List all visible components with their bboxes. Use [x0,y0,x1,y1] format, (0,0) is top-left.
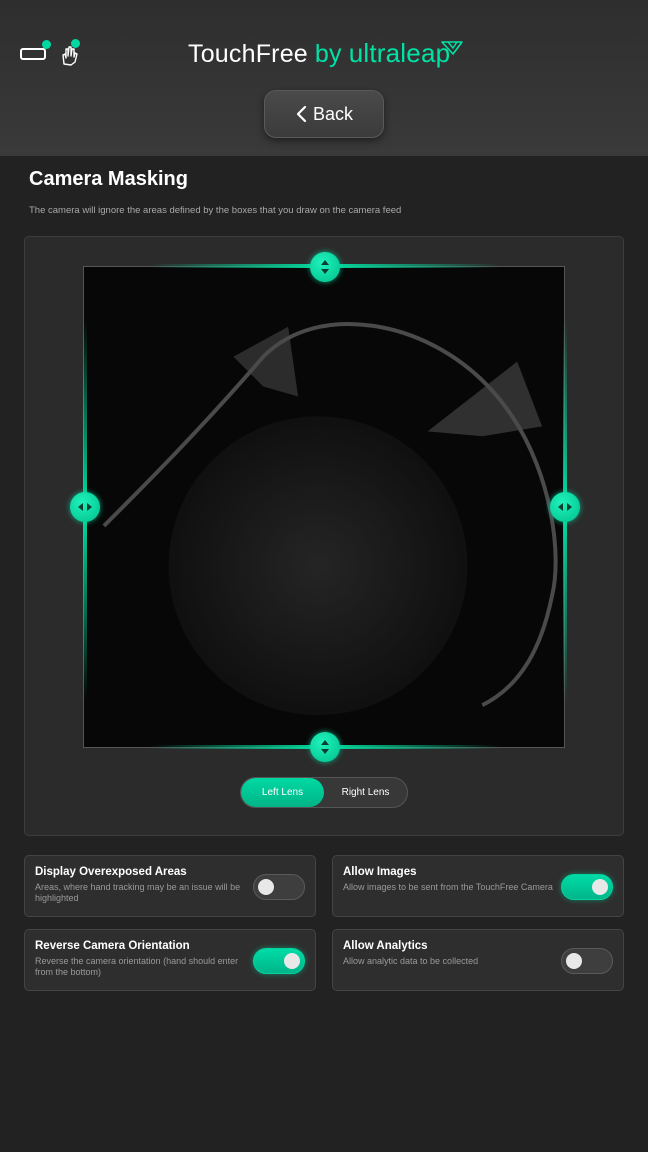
setting-title: Allow Images [343,866,417,878]
toggle-knob [566,953,582,969]
bottom-mask-handle[interactable] [310,732,340,762]
setting-description: Allow analytic data to be collected [343,956,479,966]
app-brand: TouchFree by ultraleap [188,38,450,74]
horizontal-arrows-icon [78,503,92,511]
setting-description: Allow images to be sent from the TouchFr… [343,882,553,892]
status-icons [18,38,88,68]
allow-images-toggle[interactable] [561,874,613,900]
setting-title: Allow Analytics [343,940,428,952]
right-lens-button[interactable]: Right Lens [324,778,407,807]
camera-feed-image [84,267,564,747]
right-mask-handle[interactable] [550,492,580,522]
chevron-left-icon [296,105,307,123]
left-mask-handle[interactable] [70,492,100,522]
back-button[interactable]: Back [264,90,384,138]
setting-title: Reverse Camera Orientation [35,940,190,952]
setting-title: Display Overexposed Areas [35,866,187,878]
horizontal-arrows-icon [558,503,572,511]
back-button-label: Back [312,103,354,124]
reverse-orientation-toggle[interactable] [253,948,305,974]
display-overexposed-toggle[interactable] [253,874,305,900]
page-title: Camera Masking [29,168,188,190]
toggle-knob [258,879,274,895]
camera-feed[interactable] [83,266,565,748]
hand-status-dot [71,39,80,48]
toggle-knob [592,879,608,895]
allow-analytics-toggle[interactable] [561,948,613,974]
toggle-knob [284,953,300,969]
setting-allow-analytics: Allow Analytics Allow analytic data to b… [332,929,624,991]
camera-status-dot [42,40,51,49]
top-mask-handle[interactable] [310,252,340,282]
brand-company: ultraleap [348,38,451,68]
camera-status-icon [20,48,46,60]
brand-main: TouchFree [188,40,308,68]
setting-display-overexposed: Display Overexposed Areas Areas, where h… [24,855,316,917]
setting-allow-images: Allow Images Allow images to be sent fro… [332,855,624,917]
setting-reverse-orientation: Reverse Camera Orientation Reverse the c… [24,929,316,991]
app-header: TouchFree by ultraleap Back [0,0,648,156]
brand-by: by [314,40,342,68]
vertical-arrows-icon [321,260,329,274]
ultraleap-logo-icon [441,41,463,55]
page-description: The camera will ignore the areas defined… [29,205,402,216]
lens-selector: Left Lens Right Lens [240,777,408,808]
setting-description: Reverse the camera orientation (hand sho… [35,956,239,977]
left-lens-button[interactable]: Left Lens [241,778,324,807]
setting-description: Areas, where hand tracking may be an iss… [35,882,241,903]
vertical-arrows-icon [321,740,329,754]
